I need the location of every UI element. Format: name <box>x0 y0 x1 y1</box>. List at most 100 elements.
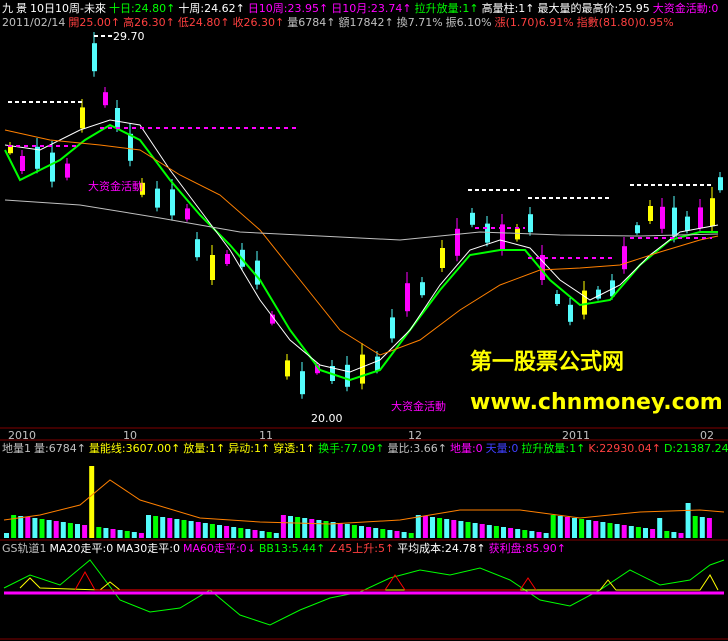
quote-item-5: 量6784↑ <box>287 16 336 29</box>
header-row-2: 2011/02/14 開25.00↑ 高26.30↑ 低24.80↑ 收26.30↑ 量6… <box>2 16 677 30</box>
ma-green-line <box>4 123 718 382</box>
volume-stat-0: 地量1 <box>2 442 31 455</box>
indicator-stat-1: MA20走平:0 <box>49 542 114 555</box>
volume-bar <box>699 517 705 538</box>
candle-body <box>440 248 445 268</box>
volume-stat-7: 量比:3.66↑ <box>387 442 447 455</box>
candle-body <box>596 289 601 299</box>
volume-bar <box>4 533 9 538</box>
quote-item-3: 低24.80↑ <box>177 16 230 29</box>
volume-bar <box>415 515 421 538</box>
candle-body <box>685 216 690 231</box>
volume-stat-6: 换手:77.09↑ <box>318 442 385 455</box>
volume-stat-9: 天量:0 <box>485 442 519 455</box>
volume-stat-1: 量:6784↑ <box>34 442 86 455</box>
moving-averages <box>4 35 719 382</box>
volume-bar <box>266 532 272 538</box>
volume-bar <box>543 533 549 538</box>
indicator-stat-2: MA30走平:0 <box>116 542 180 555</box>
volume-bar <box>273 533 279 538</box>
volume-bar <box>607 523 613 538</box>
volume-bar <box>60 522 66 538</box>
volume-bar <box>67 523 73 538</box>
volume-bar <box>53 521 59 538</box>
header-item-6: 日10月:23.74↑ <box>331 2 412 15</box>
candle-body <box>185 208 190 220</box>
volume-bar <box>117 530 123 538</box>
candle-body <box>345 364 350 387</box>
header-row-1: 九景 10日10周-未來 十日:24.80↑ 十周:24.62↑ 日10周:23.95↑… <box>2 2 721 16</box>
indicator-header: GS轨道1 MA20走平:0 MA30走平:0 MA60走平:0↓ BB13:5.44↑… <box>2 542 569 556</box>
volume-bar <box>593 521 599 538</box>
quote-item-0: 2011/02/14 <box>2 16 66 29</box>
volume-bar <box>501 527 506 538</box>
volume-bar <box>280 515 286 538</box>
candle-body <box>648 206 653 221</box>
volume-bar <box>579 519 585 538</box>
activity-label-1: 大资金活動 <box>88 180 143 193</box>
volume-bar <box>664 531 670 538</box>
volume-bar <box>153 516 159 538</box>
candle-body <box>710 198 715 227</box>
indicator-stat-5: ∠45上升:5↑ <box>328 542 395 555</box>
candle-body <box>568 304 573 322</box>
volume-bar <box>408 533 414 538</box>
time-tick-3: 12 <box>408 429 422 442</box>
volume-bar <box>479 524 485 538</box>
volume-bar <box>458 521 464 538</box>
header-item-4: 十周:24.62↑ <box>178 2 245 15</box>
candle-body <box>405 283 410 312</box>
volume-bar <box>231 527 237 538</box>
header-item-1: 景 <box>16 2 27 15</box>
volume-bar <box>75 524 80 538</box>
candle-body <box>50 152 55 182</box>
volume-stat-10: 拉升放量:1↑ <box>521 442 586 455</box>
candle-body <box>170 189 175 216</box>
volume-bar <box>351 525 357 538</box>
volume-bar <box>89 466 95 538</box>
volume-bar <box>671 532 677 538</box>
candle-body <box>255 260 260 285</box>
volume-bar <box>706 518 712 538</box>
volume-bar <box>359 526 364 538</box>
volume-bar <box>614 524 620 538</box>
volume-bar <box>635 527 641 538</box>
volume-bar <box>650 529 656 538</box>
candle-body <box>195 239 200 258</box>
candle-body <box>470 212 475 225</box>
quote-item-4: 收26.30↑ <box>232 16 285 29</box>
volume-bar <box>451 520 457 538</box>
volume-bar <box>550 515 556 538</box>
indicator-red-line <box>74 570 537 591</box>
volume-bar <box>621 525 627 538</box>
candle-body <box>285 360 290 377</box>
candle-body <box>92 43 97 72</box>
volume-bar <box>373 528 379 538</box>
candle-body <box>128 133 133 161</box>
volume-stat-11: K:22930.04↑ <box>588 442 661 455</box>
volume-bar <box>46 520 52 538</box>
time-tick-1: 10 <box>123 429 137 442</box>
volume-bar <box>337 523 343 538</box>
candle-body <box>698 207 703 229</box>
volume-bar <box>174 519 180 538</box>
candle-body <box>420 282 425 296</box>
volume-bar <box>465 522 471 538</box>
volume-bar <box>39 519 45 538</box>
low-price-label: 20.00 <box>311 412 343 425</box>
header-item-10: 大资金活動:0 <box>652 2 719 15</box>
volume-bar <box>380 529 386 538</box>
quote-item-7: 換7.71% <box>396 16 443 29</box>
volume-bar <box>146 515 151 538</box>
quote-item-9: 漲(1.70)6.91% <box>494 16 574 29</box>
quote-item-6: 額17842↑ <box>338 16 394 29</box>
candle-body <box>718 177 723 191</box>
volume-bar <box>394 531 400 538</box>
volume-bar <box>472 523 478 538</box>
volume-bar <box>96 527 102 538</box>
volume-stat-8: 地量:0 <box>449 442 483 455</box>
volume-bar <box>685 503 691 538</box>
volume-bar <box>103 528 109 538</box>
volume-bar <box>643 528 648 538</box>
volume-bars <box>3 466 725 538</box>
